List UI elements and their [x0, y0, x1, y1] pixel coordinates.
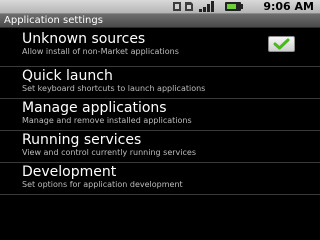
divider	[0, 194, 320, 195]
divider	[0, 162, 320, 163]
status-time: 9:06 AM	[263, 0, 314, 13]
setting-development[interactable]: Development Set options for application …	[0, 164, 320, 194]
setting-title: Running services	[22, 132, 142, 148]
screen: 9:06 AM Application settings Unknown sou…	[0, 0, 320, 240]
setting-summary: Allow install of non-Market applications	[22, 47, 179, 56]
setting-title: Unknown sources	[22, 31, 146, 47]
page-title: Application settings	[4, 15, 103, 26]
status-bar: 9:06 AM	[0, 0, 320, 14]
setting-manage-applications[interactable]: Manage applications Manage and remove in…	[0, 100, 320, 130]
title-bar: Application settings	[0, 14, 320, 28]
sd-card-icon	[185, 2, 193, 11]
signal-icon	[199, 1, 214, 12]
setting-title: Quick launch	[22, 68, 113, 84]
setting-quick-launch[interactable]: Quick launch Set keyboard shortcuts to l…	[0, 68, 320, 98]
setting-summary: Manage and remove installed applications	[22, 116, 192, 125]
checkmark-icon	[273, 38, 290, 50]
setting-running-services[interactable]: Running services View and control curren…	[0, 132, 320, 162]
setting-summary: View and control currently running servi…	[22, 148, 196, 157]
battery-icon	[225, 2, 243, 11]
setting-title: Development	[22, 164, 117, 180]
setting-title: Manage applications	[22, 100, 167, 116]
divider	[0, 66, 320, 67]
setting-summary: Set keyboard shortcuts to launch applica…	[22, 84, 206, 93]
usb-debug-icon	[173, 2, 181, 11]
divider	[0, 130, 320, 131]
divider	[0, 98, 320, 99]
unknown-sources-checkbox[interactable]	[268, 36, 295, 52]
setting-summary: Set options for application development	[22, 180, 183, 189]
